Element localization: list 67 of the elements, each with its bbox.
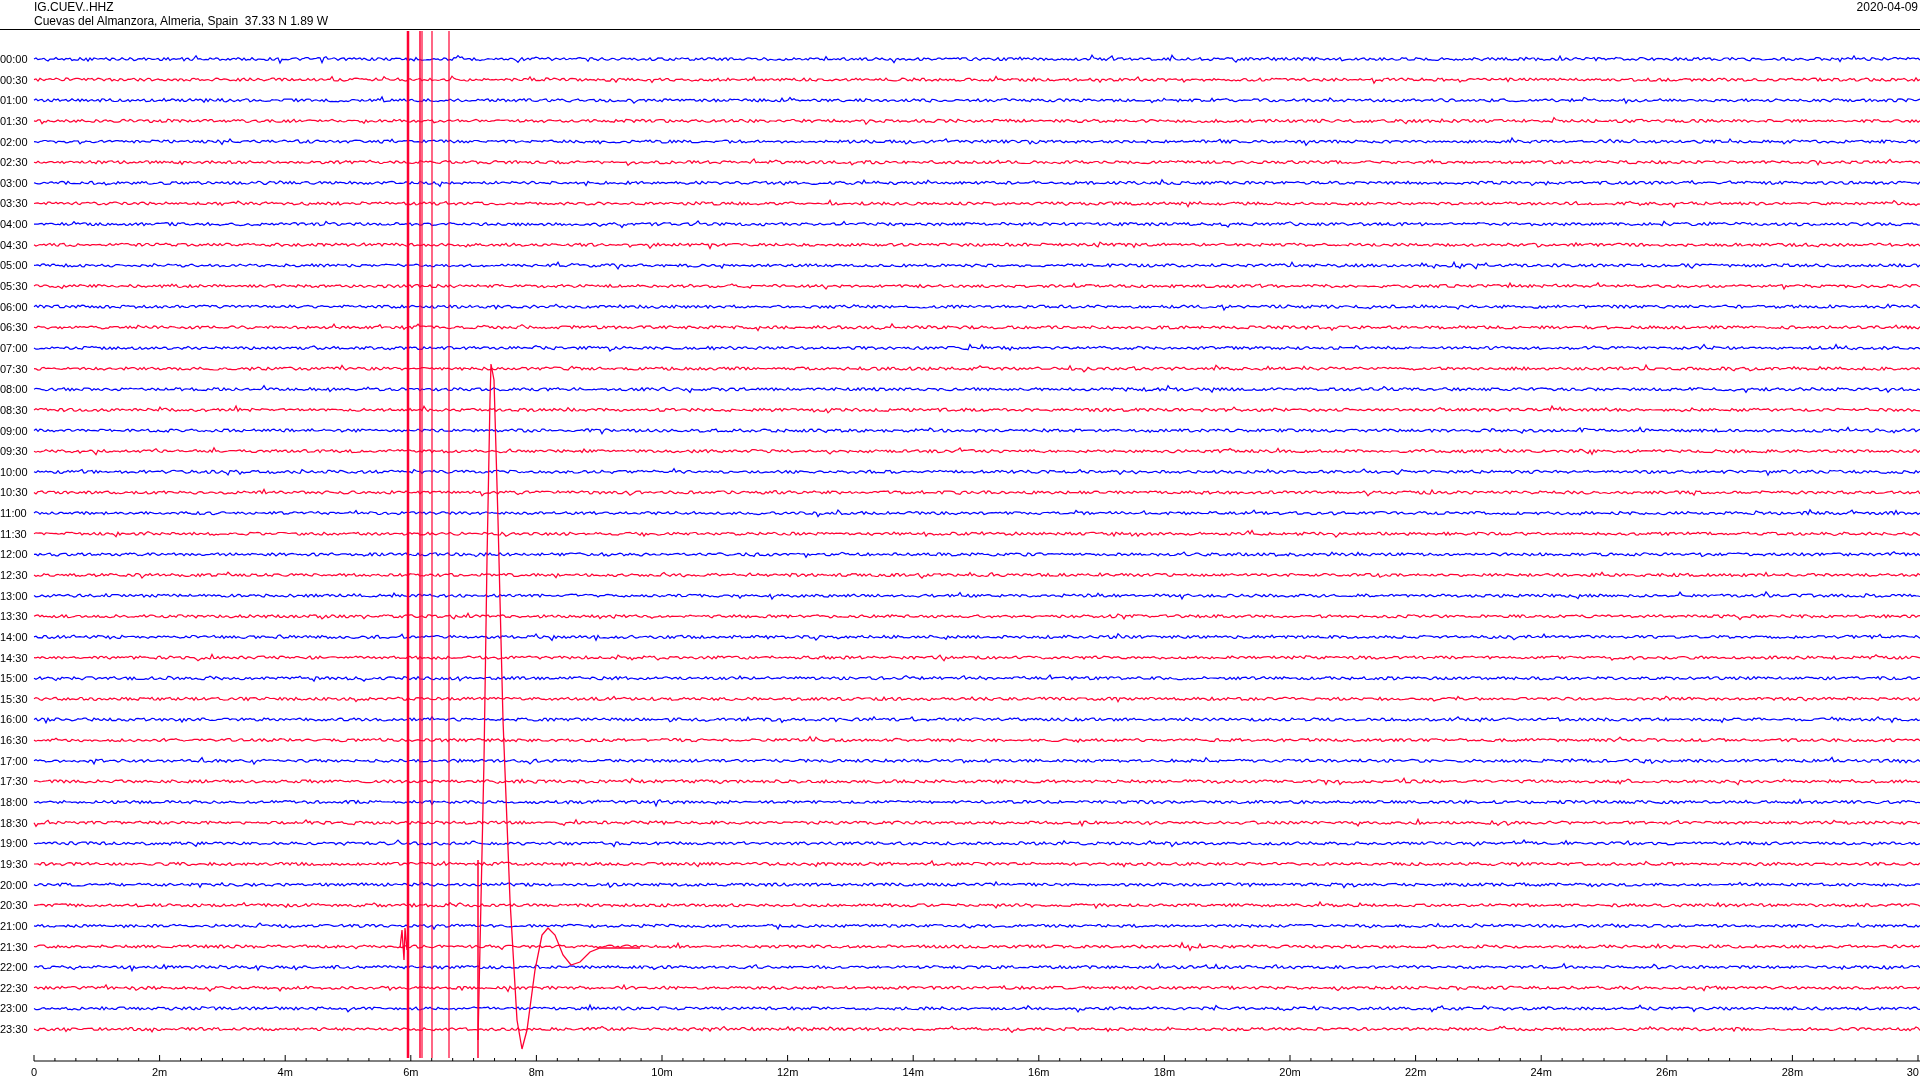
time-label: 13:00 xyxy=(0,589,28,602)
station-code: IG.CUEV..HHZ xyxy=(34,0,115,14)
time-label: 20:00 xyxy=(0,878,28,891)
time-label: 18:30 xyxy=(0,816,28,829)
time-label: 08:30 xyxy=(0,403,28,416)
axis-tick-label: 0 xyxy=(31,1066,38,1078)
time-label: 19:30 xyxy=(0,857,28,870)
time-label: 11:30 xyxy=(0,527,27,540)
axis-tick-label: 28m xyxy=(1781,1066,1804,1078)
time-label: 16:30 xyxy=(0,734,28,747)
time-label: 23:00 xyxy=(0,1002,28,1015)
axis-tick-label: 26m xyxy=(1656,1066,1678,1078)
axis-tick-label: 22m xyxy=(1404,1066,1427,1078)
axis-tick-label: 12m xyxy=(776,1066,799,1078)
time-label: 16:00 xyxy=(0,713,28,726)
axis-tick-label: 4m xyxy=(277,1066,293,1078)
axis-tick-label: 18m xyxy=(1153,1066,1176,1078)
time-label: 17:00 xyxy=(0,754,28,767)
time-label: 10:00 xyxy=(0,465,28,478)
axis-tick-label: 10m xyxy=(651,1066,673,1078)
time-label: 00:00 xyxy=(0,53,28,65)
time-label: 18:00 xyxy=(0,796,28,809)
time-label: 19:00 xyxy=(0,837,28,850)
axis-tick-label: 16m xyxy=(1028,1066,1050,1078)
time-label: 04:30 xyxy=(0,238,28,251)
time-label: 07:00 xyxy=(0,341,28,354)
time-label: 07:30 xyxy=(0,362,28,375)
time-label: 03:30 xyxy=(0,197,28,210)
time-label: 22:00 xyxy=(0,961,28,974)
time-label: 14:30 xyxy=(0,651,28,664)
date-label: 2020-04-09 xyxy=(1856,0,1918,16)
time-label: 05:00 xyxy=(0,259,28,272)
time-label: 01:00 xyxy=(0,94,28,107)
time-label: 04:00 xyxy=(0,218,28,231)
time-label: 11:00 xyxy=(0,507,27,520)
axis-tick-label: 30 xyxy=(1906,1066,1919,1078)
time-label: 21:30 xyxy=(0,940,28,953)
time-label: 06:00 xyxy=(0,300,28,313)
time-label: 03:00 xyxy=(0,176,28,189)
time-label: 02:30 xyxy=(0,156,28,169)
time-label: 00:30 xyxy=(0,73,28,86)
time-label: 20:30 xyxy=(0,899,28,912)
station-location: Cuevas del Almanzora, Almeria, Spain 37.33 N 1.89 W xyxy=(34,14,329,28)
axis-tick-label: 2m xyxy=(151,1066,168,1078)
time-label: 12:30 xyxy=(0,569,28,581)
axis-tick-label: 24m xyxy=(1530,1066,1552,1078)
axis-tick-label: 6m xyxy=(403,1066,419,1078)
time-label: 01:30 xyxy=(0,114,28,127)
time-label: 02:00 xyxy=(0,135,28,148)
axis-tick-label: 20m xyxy=(1279,1066,1301,1078)
time-label: 06:30 xyxy=(0,321,28,334)
time-label: 15:30 xyxy=(0,692,28,705)
time-label: 10:30 xyxy=(0,486,28,499)
axis-tick-label: 8m xyxy=(528,1066,545,1078)
time-label: 05:30 xyxy=(0,280,28,293)
time-label: 09:00 xyxy=(0,424,28,437)
time-label: 14:00 xyxy=(0,630,28,643)
time-label: 22:30 xyxy=(0,981,28,994)
time-label: 09:30 xyxy=(0,445,28,458)
time-label: 12:00 xyxy=(0,548,28,561)
time-label: 13:30 xyxy=(0,610,28,623)
time-label: 17:30 xyxy=(0,775,28,788)
axis-tick-label: 14m xyxy=(902,1066,924,1078)
time-label: 15:00 xyxy=(0,672,28,685)
time-label: 08:00 xyxy=(0,383,28,396)
time-label: 23:30 xyxy=(0,1023,28,1036)
time-label: 21:00 xyxy=(0,919,28,932)
